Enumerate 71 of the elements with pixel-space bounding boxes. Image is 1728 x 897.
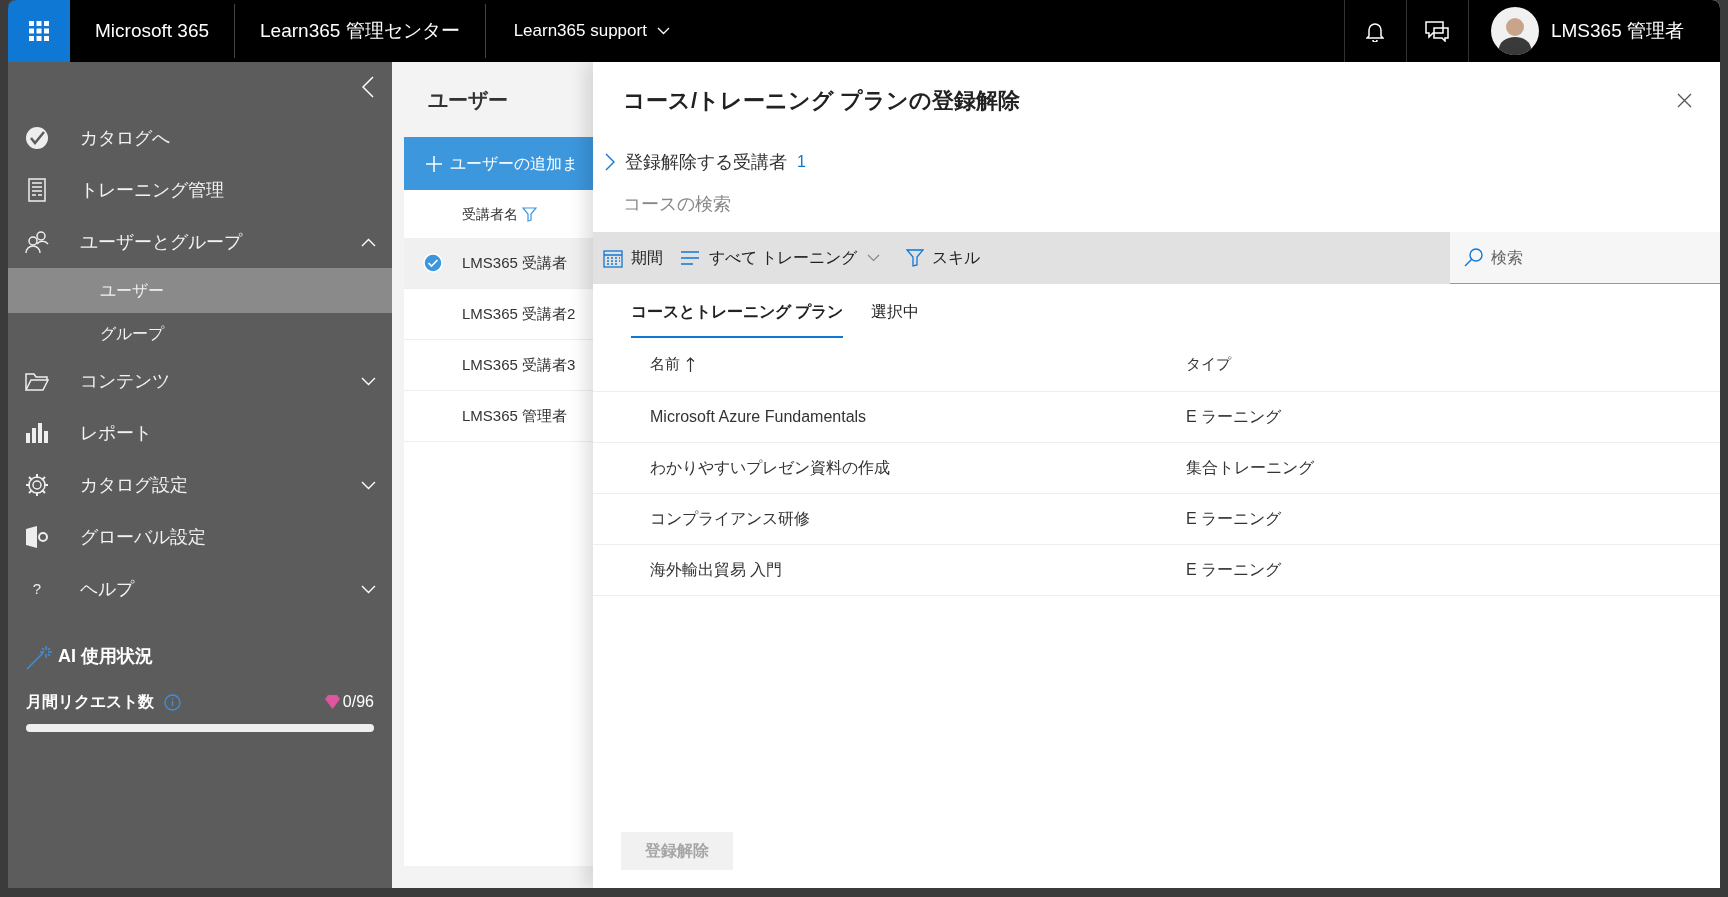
- check-circle-icon: [423, 253, 443, 273]
- ai-usage-title: AI 使用状況: [58, 645, 153, 668]
- plus-icon: [426, 155, 442, 172]
- nav-item[interactable]: レポート: [8, 407, 392, 459]
- folder-icon: [25, 370, 49, 392]
- period-button[interactable]: 期間: [603, 246, 663, 270]
- app-launcher-button[interactable]: [8, 0, 70, 62]
- user-row[interactable]: LMS365 受講者: [404, 238, 593, 289]
- gear-icon: [25, 473, 49, 497]
- column-header[interactable]: 受講者名: [462, 203, 518, 225]
- column-header[interactable]: 名前: [650, 353, 680, 376]
- filter-icon: [906, 249, 925, 267]
- request-count: 0/96: [342, 692, 374, 712]
- chat-bubbles-icon: [1425, 20, 1450, 42]
- document-gear-icon: [25, 525, 49, 549]
- bell-icon: [1366, 20, 1385, 42]
- table-cell-text: E ラーニング: [1186, 509, 1282, 529]
- tab[interactable]: コースとトレーニング プラン: [631, 284, 844, 338]
- nav-item[interactable]: ユーザーとグループ: [8, 216, 392, 268]
- avatar: [1490, 7, 1539, 55]
- search-icon: [1464, 248, 1483, 267]
- people-icon: [25, 230, 49, 254]
- nav-item[interactable]: ? ヘルプ: [8, 563, 392, 615]
- request-label: 月間リクエスト数: [26, 692, 154, 712]
- chevron-down-icon: [361, 376, 376, 386]
- nav-item[interactable]: カタログ設定: [8, 459, 392, 511]
- section-label: コースの検索: [623, 192, 731, 216]
- list-icon: [681, 251, 699, 265]
- recipients-label: 登録解除する受講者: [625, 150, 787, 174]
- nav-item[interactable]: カタログへ: [8, 112, 392, 164]
- nav-item[interactable]: トレーニング管理: [8, 164, 392, 216]
- page-title: ユーザー: [428, 87, 508, 113]
- chevron-down-icon: [361, 480, 376, 490]
- magic-wand-icon: [26, 643, 52, 670]
- calendar-icon: [603, 248, 623, 268]
- app-title[interactable]: Learn365 管理センター: [260, 16, 460, 46]
- document-icon: [26, 178, 48, 202]
- skills-filter-button[interactable]: スキル: [906, 246, 981, 270]
- close-button[interactable]: [1677, 92, 1692, 108]
- table-cell: Microsoft Azure Fundamentals: [650, 408, 867, 425]
- table-cell-text: 集合トレーニング: [1186, 458, 1314, 478]
- chevron-down-icon: [361, 584, 376, 594]
- panel-title: コース/トレーニング プランの登録解除: [623, 86, 1021, 115]
- table-cell: 海外輸出貿易 入門: [650, 561, 783, 578]
- chevron-down-icon: [867, 254, 881, 262]
- column-header[interactable]: タイプ: [1186, 353, 1231, 376]
- chevron-right-icon[interactable]: [605, 153, 615, 171]
- chevron-up-icon: [361, 237, 376, 247]
- bar-chart-icon: [25, 421, 49, 445]
- question-mark-icon: ?: [25, 577, 49, 601]
- check-circle-icon: [25, 126, 49, 150]
- sort-up-icon[interactable]: [686, 357, 695, 372]
- tenant-dropdown[interactable]: Learn365 support: [485, 0, 670, 62]
- nav-item[interactable]: コンテンツ: [8, 355, 392, 407]
- recipients-count: 1: [797, 152, 806, 172]
- nav-subitem[interactable]: グループ: [8, 313, 392, 355]
- waffle-icon: [29, 21, 49, 41]
- nav-item[interactable]: グローバル設定: [8, 511, 392, 563]
- chevron-down-icon: [656, 27, 670, 35]
- gem-icon: [324, 695, 340, 709]
- chevron-left-icon: [362, 76, 374, 98]
- filter-icon[interactable]: [522, 206, 537, 222]
- table-cell-text: E ラーニング: [1186, 407, 1282, 427]
- search-field[interactable]: 検索: [1450, 232, 1720, 284]
- table-cell: コンプライアンス研修: [650, 510, 810, 527]
- type-filter-dropdown[interactable]: すべて トレーニング: [681, 246, 881, 270]
- product-name[interactable]: Microsoft 365: [95, 16, 210, 46]
- table-cell: わかりやすいプレゼン資料の作成: [650, 459, 890, 476]
- close-icon: [1677, 92, 1692, 108]
- table-cell-text: E ラーニング: [1186, 560, 1282, 580]
- tab[interactable]: 選択中: [871, 284, 920, 338]
